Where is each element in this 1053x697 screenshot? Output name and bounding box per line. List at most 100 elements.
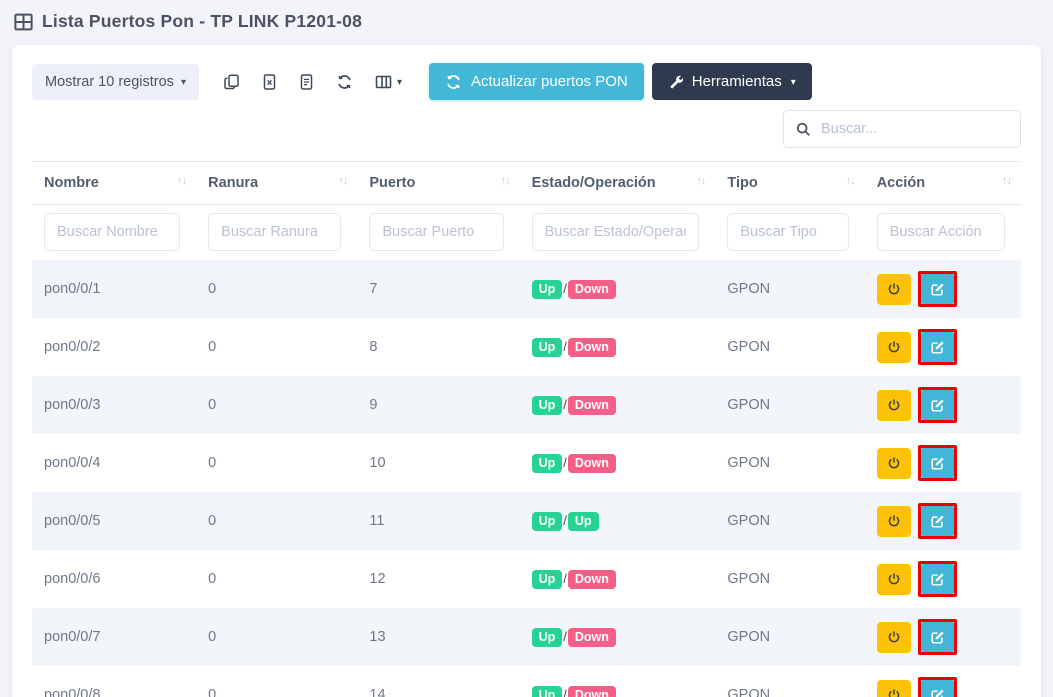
estado-badge: Up [532, 570, 563, 589]
cell-puerto: 14 [357, 666, 519, 697]
tools-dropdown-button[interactable]: Herramientas ▾ [652, 63, 812, 100]
edit-button-highlight [918, 271, 957, 307]
cell-estado-operacion: Up/Down [520, 666, 716, 697]
badge-separator: / [563, 513, 567, 528]
power-button[interactable] [877, 274, 911, 305]
column-visibility-button[interactable]: ▾ [364, 66, 413, 98]
cell-tipo: GPON [715, 666, 864, 697]
filter-ranura-input[interactable] [208, 213, 341, 251]
cell-puerto: 13 [357, 608, 519, 666]
badge-separator: / [563, 687, 567, 697]
power-button[interactable] [877, 564, 911, 595]
filter-accion-input[interactable] [877, 213, 1005, 251]
edit-button[interactable] [921, 622, 954, 652]
filter-tipo-input[interactable] [727, 213, 848, 251]
column-label: Acción [877, 175, 925, 191]
filter-puerto-input[interactable] [369, 213, 503, 251]
chevron-down-icon: ▾ [397, 78, 402, 88]
power-button[interactable] [877, 332, 911, 363]
excel-file-icon [262, 74, 277, 90]
sort-icon[interactable]: ↑↓ [846, 175, 855, 187]
toolbar: Mostrar 10 registros ▾ [32, 63, 1021, 100]
column-header-puerto[interactable]: Puerto ↑↓ [357, 162, 519, 205]
row-actions [877, 445, 1011, 481]
edit-button[interactable] [921, 448, 954, 478]
cell-tipo: GPON [715, 260, 864, 318]
edit-button[interactable] [921, 274, 954, 304]
edit-button-highlight [918, 387, 957, 423]
badge-separator: / [563, 571, 567, 586]
column-header-nombre[interactable]: Nombre↑↓ [32, 162, 196, 205]
cell-estado-operacion: Up/Down [520, 550, 716, 608]
cell-estado-operacion: Up/Down [520, 376, 716, 434]
edit-button[interactable] [921, 390, 954, 420]
show-entries-label: Mostrar 10 registros [45, 74, 174, 90]
power-button[interactable] [877, 506, 911, 537]
cell-tipo: GPON [715, 318, 864, 376]
badge-separator: / [563, 455, 567, 470]
search-input[interactable] [821, 121, 1008, 137]
filter-nombre-input[interactable] [44, 213, 180, 251]
copy-button[interactable] [213, 66, 251, 98]
column-header-estado-operacion[interactable]: Estado/Operación↑↓ [520, 162, 716, 205]
column-header-accion[interactable]: Acción ↑↓ [865, 162, 1021, 205]
power-button[interactable] [877, 448, 911, 479]
operacion-badge: Down [568, 454, 616, 473]
edit-icon [930, 514, 945, 529]
edit-icon [930, 572, 945, 587]
column-label: Puerto [369, 175, 415, 191]
update-pon-ports-button[interactable]: Actualizar puertos PON [429, 63, 644, 100]
export-buttons: ▾ [213, 66, 413, 98]
show-entries-button[interactable]: Mostrar 10 registros ▾ [32, 64, 199, 100]
operacion-badge: Down [568, 628, 616, 647]
sort-icon[interactable]: ↑↓ [1002, 175, 1011, 187]
column-header-tipo[interactable]: Tipo ↑↓ [715, 162, 864, 205]
cell-accion [865, 492, 1021, 550]
column-label: Tipo [727, 175, 757, 191]
estado-badge: Up [532, 512, 563, 531]
filter-estado-operacion-input[interactable] [532, 213, 700, 251]
edit-button[interactable] [921, 680, 954, 697]
wrench-icon [668, 74, 683, 89]
table-row: pon0/0/309Up/DownGPON [32, 376, 1021, 434]
power-icon [887, 688, 901, 697]
cell-ranura: 0 [196, 492, 357, 550]
power-icon [887, 398, 901, 412]
operacion-badge: Down [568, 338, 616, 357]
cell-tipo: GPON [715, 608, 864, 666]
operacion-badge: Down [568, 280, 616, 299]
operacion-badge: Down [568, 396, 616, 415]
cell-puerto: 10 [357, 434, 519, 492]
sort-icon[interactable]: ↑↓ [696, 175, 705, 187]
cell-ranura: 0 [196, 666, 357, 697]
sort-icon[interactable]: ↑↓ [338, 175, 347, 187]
document-export-button[interactable] [288, 66, 325, 98]
column-header-ranura[interactable]: Ranura↑↓ [196, 162, 357, 205]
copy-icon [224, 74, 240, 90]
edit-button-highlight [918, 677, 957, 697]
cell-tipo: GPON [715, 492, 864, 550]
power-button[interactable] [877, 680, 911, 697]
pon-ports-card: Mostrar 10 registros ▾ [12, 45, 1041, 697]
operacion-badge: Down [568, 686, 616, 697]
page-title: Lista Puertos Pon - TP LINK P1201-08 [0, 0, 1053, 32]
document-icon [299, 74, 314, 90]
cell-puerto: 7 [357, 260, 519, 318]
edit-button[interactable] [921, 564, 954, 594]
cell-accion [865, 434, 1021, 492]
header-row: Nombre↑↓ Ranura↑↓ Puerto ↑↓ Estado/Operac… [32, 162, 1021, 205]
chevron-down-icon: ▾ [791, 78, 796, 88]
cell-ranura: 0 [196, 376, 357, 434]
excel-export-button[interactable] [251, 66, 288, 98]
edit-button[interactable] [921, 506, 954, 536]
power-button[interactable] [877, 390, 911, 421]
cell-tipo: GPON [715, 434, 864, 492]
cell-estado-operacion: Up/Down [520, 260, 716, 318]
estado-badge: Up [532, 396, 563, 415]
tools-label: Herramientas [692, 73, 782, 90]
power-button[interactable] [877, 622, 911, 653]
reload-table-button[interactable] [325, 66, 364, 98]
sort-icon[interactable]: ↑↓ [501, 175, 510, 187]
edit-button[interactable] [921, 332, 954, 362]
sort-icon[interactable]: ↑↓ [177, 175, 186, 187]
